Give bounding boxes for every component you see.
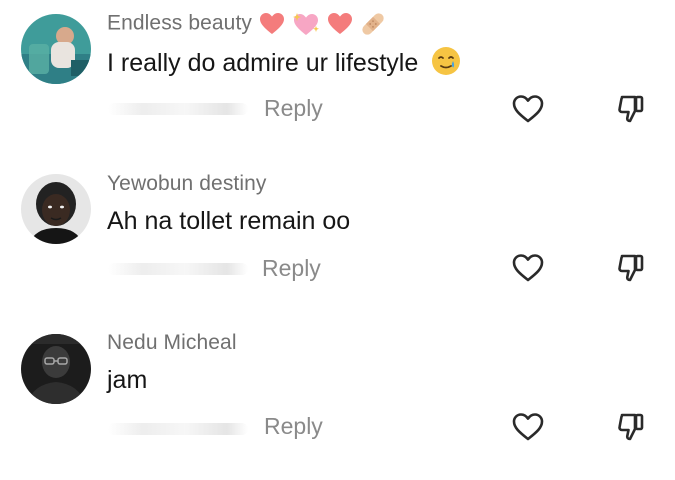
dislike-button[interactable] [613, 409, 649, 445]
like-button[interactable] [510, 250, 546, 286]
comment-text: jam [107, 366, 148, 394]
avatar-image [21, 334, 91, 404]
heart-icon [327, 13, 352, 34]
comment-username[interactable]: Endless beauty [107, 11, 387, 37]
comment-username[interactable]: Nedu Micheal [107, 331, 237, 355]
comment-text: Ah na tollet remain oo [107, 207, 351, 235]
bandage-icon [362, 13, 384, 35]
comment-item: Endless beauty I really do admire ur lif… [0, 0, 675, 160]
avatar[interactable] [21, 334, 91, 404]
comment-username-text: Endless beauty [107, 11, 252, 35]
thumbs-down-outline-icon [618, 413, 644, 441]
smiling-face-with-tear-icon [431, 46, 461, 83]
comment-item: Yewobun destiny Ah na tollet remain oo R… [0, 160, 675, 320]
username-emoji-row [259, 11, 387, 37]
dislike-button[interactable] [613, 91, 649, 127]
comment-text: I really do admire ur lifestyle [107, 46, 461, 83]
reply-button[interactable]: Reply [264, 413, 323, 440]
dislike-button[interactable] [613, 250, 649, 286]
heart-outline-icon [512, 413, 544, 441]
avatar[interactable] [21, 174, 91, 244]
heart-outline-icon [512, 254, 544, 282]
heart-icon [259, 13, 284, 34]
comment-item: Nedu Micheal jam Reply [0, 320, 675, 480]
thumbs-down-outline-icon [618, 95, 644, 123]
reply-button[interactable]: Reply [262, 255, 321, 282]
comment-username[interactable]: Yewobun destiny [107, 172, 267, 196]
comment-timestamp-blurred [108, 103, 248, 115]
avatar[interactable] [21, 14, 91, 84]
thumbs-down-outline-icon [618, 254, 644, 282]
like-button[interactable] [510, 91, 546, 127]
avatar-image [21, 174, 91, 244]
heart-sparkle-icon [292, 13, 319, 35]
comment-timestamp-blurred [108, 423, 248, 435]
avatar-image [21, 14, 91, 84]
reply-button[interactable]: Reply [264, 95, 323, 122]
comment-text-content: I really do admire ur lifestyle [107, 49, 419, 78]
comment-timestamp-blurred [108, 263, 248, 275]
like-button[interactable] [510, 409, 546, 445]
heart-outline-icon [512, 95, 544, 123]
